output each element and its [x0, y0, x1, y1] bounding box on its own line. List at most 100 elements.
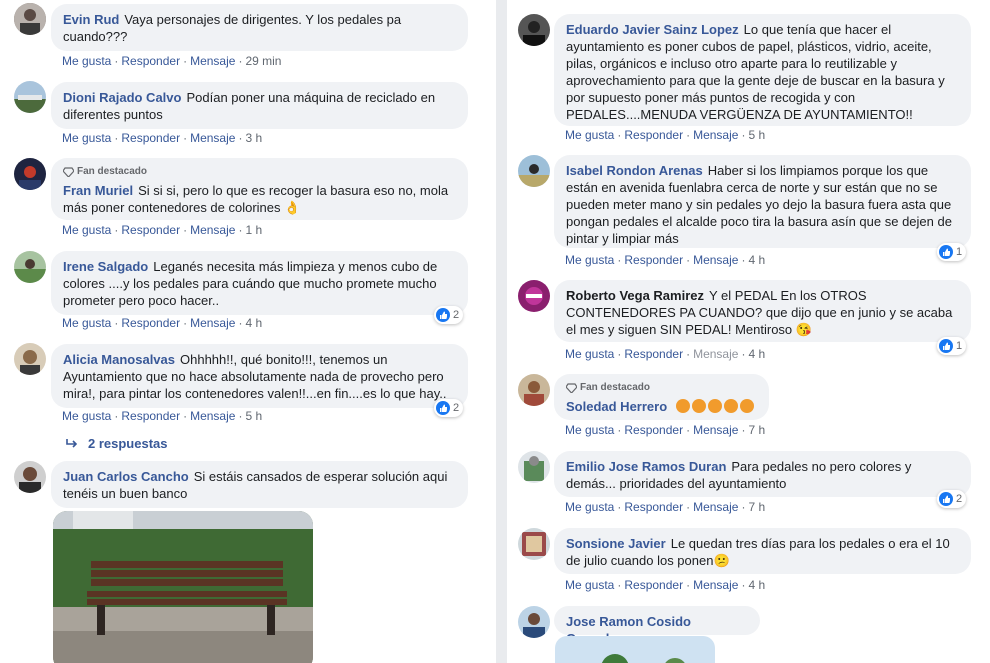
- timestamp[interactable]: 7 h: [748, 423, 765, 437]
- avatar[interactable]: [518, 280, 550, 312]
- reaction-count[interactable]: 1: [937, 337, 967, 355]
- angry-face-icon: [739, 399, 754, 413]
- timestamp[interactable]: 4 h: [748, 253, 765, 267]
- avatar[interactable]: [14, 158, 46, 190]
- reaction-number: 2: [453, 402, 460, 414]
- reply-link[interactable]: Responder: [624, 128, 683, 142]
- comment-author[interactable]: Dioni Rajado Calvo: [63, 90, 181, 105]
- timestamp[interactable]: 29 min: [245, 54, 281, 68]
- timestamp[interactable]: 5 h: [245, 409, 262, 423]
- avatar[interactable]: [518, 14, 550, 46]
- comment-author[interactable]: Eduardo Javier Sainz Lopez: [566, 22, 739, 37]
- replies-label: 2 respuestas: [88, 436, 168, 451]
- comment-bubble: Dioni Rajado Calvo Podían poner una máqui…: [51, 82, 468, 129]
- timestamp[interactable]: 7 h: [748, 500, 765, 514]
- comment-actions: Me gusta · Responder · Mensaje · 4 h: [62, 316, 263, 330]
- avatar[interactable]: [518, 155, 550, 187]
- message-link[interactable]: Mensaje: [693, 128, 738, 142]
- avatar[interactable]: [518, 451, 550, 483]
- comment-text: Lo que tenía que hacer el ayuntamiento e…: [566, 22, 945, 122]
- reply-link[interactable]: Responder: [121, 131, 180, 145]
- comment-author[interactable]: Evin Rud: [63, 12, 119, 27]
- message-link[interactable]: Mensaje: [693, 253, 738, 267]
- avatar[interactable]: [14, 3, 46, 35]
- message-link[interactable]: Mensaje: [693, 423, 738, 437]
- comment-author[interactable]: Fran Muriel: [63, 183, 133, 198]
- comment-actions: Me gusta · Responder · Mensaje · 5 h: [565, 128, 766, 142]
- fan-badge-label: Fan destacado: [580, 382, 651, 393]
- reply-link[interactable]: Responder: [624, 253, 683, 267]
- comment-actions: Me gusta · Responder · Mensaje · 4 h: [565, 253, 766, 267]
- timestamp[interactable]: 5 h: [748, 128, 765, 142]
- like-link[interactable]: Me gusta: [565, 500, 614, 514]
- diamond-icon: [566, 382, 577, 393]
- like-link[interactable]: Me gusta: [62, 54, 111, 68]
- avatar[interactable]: [14, 81, 46, 113]
- message-link[interactable]: Mensaje: [693, 347, 738, 361]
- reaction-count[interactable]: 2: [434, 306, 464, 324]
- like-link[interactable]: Me gusta: [62, 316, 111, 330]
- message-link[interactable]: Mensaje: [190, 223, 235, 237]
- reaction-count[interactable]: 1: [937, 243, 967, 261]
- comment-bubble: Alicia Manosalvas Ohhhhh!!, qué bonito!!!…: [51, 344, 468, 408]
- comment-actions: Me gusta · Responder · Mensaje · 4 h: [565, 578, 766, 592]
- reply-link[interactable]: Responder: [624, 347, 683, 361]
- message-link[interactable]: Mensaje: [693, 500, 738, 514]
- angry-face-icon: [691, 399, 706, 413]
- reaction-count[interactable]: 2: [434, 399, 464, 417]
- like-link[interactable]: Me gusta: [62, 409, 111, 423]
- comment-actions: Me gusta · Responder · Mensaje · 7 h: [565, 423, 766, 437]
- comment-actions: Me gusta · Responder · Mensaje · 4 h: [565, 347, 766, 361]
- comment-actions: Me gusta · Responder · Mensaje · 5 h: [62, 409, 263, 423]
- timestamp[interactable]: 3 h: [245, 131, 262, 145]
- reply-link[interactable]: Responder: [121, 223, 180, 237]
- comment-author[interactable]: Juan Carlos Cancho: [63, 469, 189, 484]
- message-link[interactable]: Mensaje: [190, 316, 235, 330]
- message-link[interactable]: Mensaje: [190, 409, 235, 423]
- avatar[interactable]: [518, 528, 550, 560]
- comment-author[interactable]: Roberto Vega Ramirez: [566, 288, 704, 303]
- timestamp[interactable]: 4 h: [748, 347, 765, 361]
- comment-author[interactable]: Soledad Herrero: [566, 399, 667, 414]
- attached-photo[interactable]: [555, 636, 715, 663]
- avatar[interactable]: [518, 374, 550, 406]
- like-link[interactable]: Me gusta: [565, 128, 614, 142]
- comment-author[interactable]: Sonsione Javier: [566, 536, 666, 551]
- reply-link[interactable]: Responder: [121, 54, 180, 68]
- view-replies-link[interactable]: 2 respuestas: [66, 436, 168, 451]
- message-link[interactable]: Mensaje: [693, 578, 738, 592]
- reaction-count[interactable]: 2: [937, 490, 967, 508]
- message-link[interactable]: Mensaje: [190, 54, 235, 68]
- diamond-icon: [63, 166, 74, 177]
- avatar[interactable]: [14, 343, 46, 375]
- timestamp[interactable]: 4 h: [748, 578, 765, 592]
- like-link[interactable]: Me gusta: [565, 253, 614, 267]
- like-link[interactable]: Me gusta: [565, 423, 614, 437]
- comment-author[interactable]: Alicia Manosalvas: [63, 352, 175, 367]
- avatar[interactable]: [14, 251, 46, 283]
- comment-author[interactable]: Isabel Rondon Arenas: [566, 163, 703, 178]
- comment-author[interactable]: Irene Salgado: [63, 259, 148, 274]
- timestamp[interactable]: 4 h: [245, 316, 262, 330]
- comment-bubble: Irene Salgado Leganés necesita más limpie…: [51, 251, 468, 315]
- like-link[interactable]: Me gusta: [62, 223, 111, 237]
- comment-bubble: Emilio Jose Ramos Duran Para pedales no p…: [554, 451, 971, 497]
- like-link[interactable]: Me gusta: [565, 578, 614, 592]
- avatar[interactable]: [518, 606, 550, 638]
- angry-face-icon: [723, 399, 738, 413]
- like-link[interactable]: Me gusta: [62, 131, 111, 145]
- message-link[interactable]: Mensaje: [190, 131, 235, 145]
- reply-link[interactable]: Responder: [121, 409, 180, 423]
- avatar[interactable]: [14, 461, 46, 493]
- reply-link[interactable]: Responder: [624, 500, 683, 514]
- reply-link[interactable]: Responder: [624, 578, 683, 592]
- reply-link[interactable]: Responder: [624, 423, 683, 437]
- comment-author[interactable]: Emilio Jose Ramos Duran: [566, 459, 726, 474]
- timestamp[interactable]: 1 h: [245, 223, 262, 237]
- attached-photo[interactable]: [53, 511, 313, 663]
- like-reaction-icon: [436, 308, 450, 322]
- fan-badge: Fan destacado: [63, 163, 456, 180]
- like-link[interactable]: Me gusta: [565, 347, 614, 361]
- reply-link[interactable]: Responder: [121, 316, 180, 330]
- like-reaction-icon: [939, 492, 953, 506]
